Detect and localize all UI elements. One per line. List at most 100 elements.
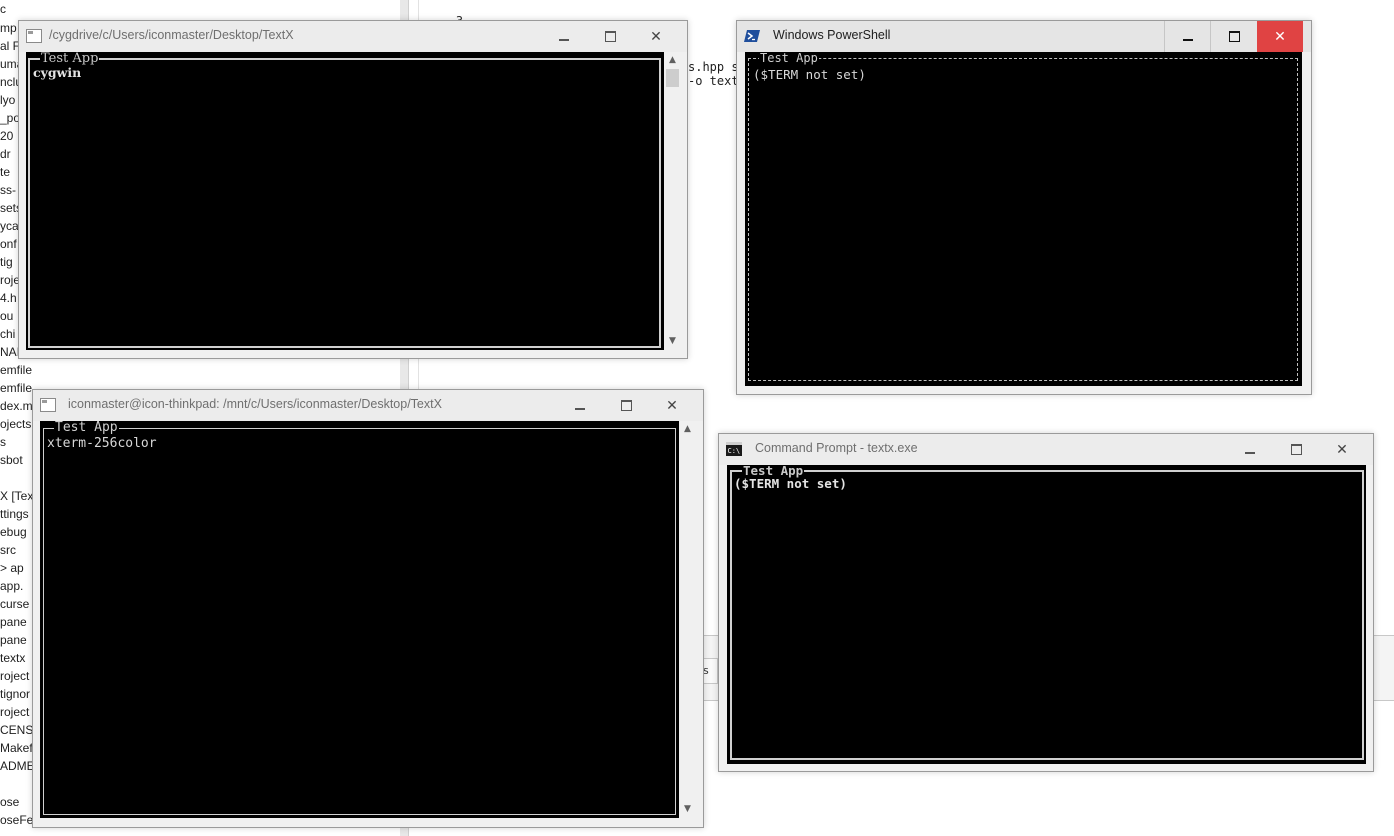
tree-item[interactable]: lyo: [0, 91, 15, 109]
cmd-console[interactable]: Test App ($TERM not set): [727, 465, 1366, 764]
maximize-button[interactable]: [1210, 21, 1257, 52]
scroll-thumb[interactable]: [666, 69, 679, 87]
close-icon: ✕: [650, 28, 662, 45]
tree-item[interactable]: tignor: [0, 685, 30, 703]
close-button[interactable]: ✕: [649, 390, 695, 421]
tree-item[interactable]: chi: [0, 325, 15, 343]
tree-item[interactable]: emfile.b: [0, 379, 32, 397]
minimize-button[interactable]: [1227, 434, 1273, 465]
window-title: Windows PowerShell: [773, 28, 891, 42]
wsl-terminal-window[interactable]: iconmaster@icon-thinkpad: /mnt/c/Users/i…: [32, 389, 704, 828]
tree-item[interactable]: ose: [0, 793, 19, 811]
cmd-titlebar[interactable]: C:\ Command Prompt - textx.exe ✕: [719, 434, 1373, 465]
maximize-button[interactable]: [603, 390, 649, 421]
vertical-scrollbar[interactable]: ▲ ▼: [679, 421, 696, 818]
code-fragment: s.hpp s: [688, 60, 739, 74]
tree-item[interactable]: ttings: [0, 505, 29, 523]
minimize-button[interactable]: [1164, 21, 1211, 52]
wsl-titlebar[interactable]: iconmaster@icon-thinkpad: /mnt/c/Users/i…: [33, 390, 703, 421]
command-prompt-window[interactable]: C:\ Command Prompt - textx.exe ✕ Test Ap…: [718, 433, 1374, 772]
frame-title: Test App: [759, 52, 819, 66]
tree-item[interactable]: 4.h: [0, 289, 17, 307]
minimize-icon: [1245, 451, 1255, 454]
code-fragment: -o text: [688, 74, 739, 88]
tree-item[interactable]: dex.m: [0, 397, 32, 415]
maximize-button[interactable]: [587, 21, 633, 52]
tree-item[interactable]: CENSE: [0, 721, 32, 739]
close-icon: ✕: [666, 397, 678, 414]
tree-item[interactable]: textx: [0, 649, 25, 667]
maximize-button[interactable]: [1273, 434, 1319, 465]
tree-item[interactable]: src: [0, 541, 16, 559]
powershell-console[interactable]: Test App ($TERM not set): [745, 52, 1302, 386]
scroll-up-arrow-icon[interactable]: ▲: [664, 52, 681, 69]
close-icon: ✕: [1274, 28, 1286, 45]
tree-item[interactable]: ou: [0, 307, 13, 325]
tree-item[interactable]: pane: [0, 631, 27, 649]
cygwin-console[interactable]: Test App cygwin: [26, 52, 664, 350]
close-icon: ✕: [1336, 441, 1348, 458]
wsl-console[interactable]: Test App xterm-256color: [40, 421, 679, 818]
tree-item[interactable]: emfile: [0, 361, 32, 379]
window-title: Command Prompt - textx.exe: [755, 441, 918, 455]
minimize-button[interactable]: [557, 390, 603, 421]
terminal-window-icon: [40, 398, 56, 412]
terminal-window-icon: [26, 29, 42, 43]
tree-item[interactable]: c: [0, 0, 6, 18]
tree-item[interactable]: roject: [0, 667, 29, 685]
close-button[interactable]: ✕: [633, 21, 679, 52]
powershell-icon: [744, 30, 760, 42]
maximize-icon: [1290, 444, 1302, 455]
tree-item[interactable]: ADME: [0, 757, 32, 775]
minimize-button[interactable]: [541, 21, 587, 52]
command-prompt-icon: C:\: [726, 442, 742, 456]
tree-item[interactable]: tig: [0, 253, 13, 271]
tree-item[interactable]: > ap: [0, 559, 24, 577]
minimize-icon: [1183, 38, 1193, 41]
svg-text:C:\: C:\: [728, 447, 741, 455]
cygwin-terminal-window[interactable]: /cygdrive/c/Users/iconmaster/Desktop/Tex…: [18, 20, 688, 359]
test-app-frame: Test App ($TERM not set): [730, 465, 1364, 760]
test-app-frame: Test App cygwin: [28, 52, 661, 348]
minimize-icon: [575, 407, 585, 410]
panel-tab[interactable]: s: [703, 658, 718, 684]
scroll-down-arrow-icon[interactable]: ▼: [664, 333, 681, 350]
tree-item[interactable]: pane: [0, 613, 27, 631]
tree-item[interactable]: X [Tex: [0, 487, 32, 505]
term-value: cygwin: [33, 65, 82, 80]
tree-item[interactable]: 20: [0, 127, 13, 145]
tree-item[interactable]: oseFea: [0, 811, 32, 829]
tree-item[interactable]: NAI: [0, 343, 20, 361]
tree-item[interactable]: ss-: [0, 181, 16, 199]
term-value: xterm-256color: [47, 436, 157, 451]
powershell-titlebar[interactable]: Windows PowerShell ✕: [737, 21, 1311, 52]
scroll-down-arrow-icon[interactable]: ▼: [679, 801, 696, 818]
vertical-scrollbar[interactable]: ▲ ▼: [664, 52, 681, 350]
maximize-icon: [604, 31, 616, 42]
tree-item[interactable]: curse: [0, 595, 29, 613]
tree-item[interactable]: roje: [0, 271, 20, 289]
tree-item[interactable]: ebug: [0, 523, 27, 541]
tree-item[interactable]: sbot: [0, 451, 23, 469]
tree-item[interactable]: roject: [0, 703, 29, 721]
tree-item[interactable]: yca: [0, 217, 19, 235]
tree-item[interactable]: Makef: [0, 739, 32, 757]
tree-item[interactable]: te: [0, 163, 10, 181]
tree-item[interactable]: mp: [0, 19, 17, 37]
close-button[interactable]: ✕: [1319, 434, 1365, 465]
powershell-window[interactable]: Windows PowerShell ✕ Test App ($TERM not…: [736, 20, 1312, 395]
tree-item[interactable]: s: [0, 433, 6, 451]
close-button[interactable]: ✕: [1257, 21, 1303, 52]
window-title: /cygdrive/c/Users/iconmaster/Desktop/Tex…: [49, 28, 294, 42]
tree-item[interactable]: app.: [0, 577, 23, 595]
tree-item[interactable]: al F: [0, 37, 20, 55]
maximize-icon: [1228, 31, 1240, 42]
frame-title: Test App: [54, 421, 119, 436]
term-value: ($TERM not set): [753, 67, 866, 82]
test-app-frame: Test App xterm-256color: [43, 421, 676, 815]
cygwin-titlebar[interactable]: /cygdrive/c/Users/iconmaster/Desktop/Tex…: [19, 21, 687, 52]
tree-item[interactable]: onf: [0, 235, 17, 253]
tree-item[interactable]: ojects.: [0, 415, 32, 433]
scroll-up-arrow-icon[interactable]: ▲: [679, 421, 696, 438]
tree-item[interactable]: dr: [0, 145, 11, 163]
